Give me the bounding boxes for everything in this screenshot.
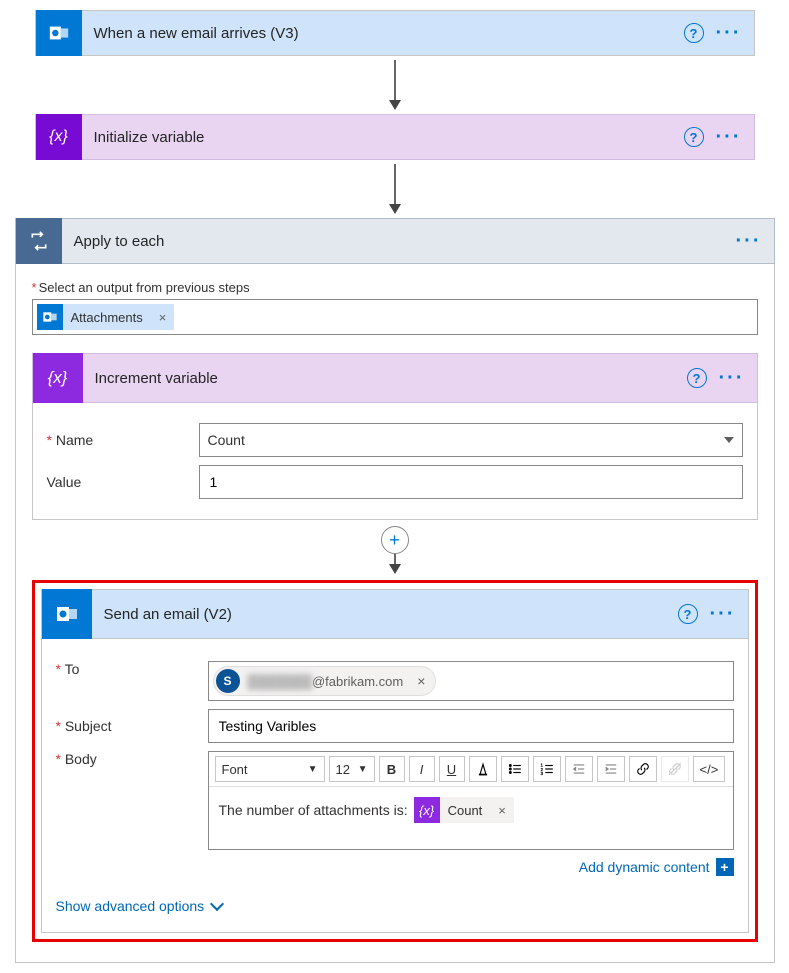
underline-button[interactable]: U	[439, 756, 465, 782]
avatar: S	[216, 669, 240, 693]
name-dropdown[interactable]: Count	[199, 423, 743, 457]
code-view-button[interactable]: </>	[693, 756, 726, 782]
value-input[interactable]	[199, 465, 743, 499]
unlink-button[interactable]	[661, 756, 689, 782]
recipient-pill[interactable]: S ███████@fabrikam.com ×	[213, 666, 437, 696]
font-select[interactable]: Font▼	[215, 756, 325, 782]
svg-text:3: 3	[540, 771, 543, 776]
token-remove-icon[interactable]: ×	[151, 310, 175, 325]
outlook-icon	[36, 10, 82, 56]
loop-icon	[16, 218, 62, 264]
more-icon[interactable]: ···	[719, 373, 745, 383]
more-icon[interactable]: ···	[710, 609, 736, 619]
show-advanced-link[interactable]: Show advanced options	[56, 898, 205, 914]
value-label: Value	[47, 474, 187, 490]
trigger-card[interactable]: When a new email arrives (V3) ? ···	[35, 10, 755, 56]
link-button[interactable]	[629, 756, 657, 782]
token-remove-icon[interactable]: ×	[490, 803, 514, 818]
variable-icon: {x}	[36, 114, 82, 160]
bold-button[interactable]: B	[379, 756, 405, 782]
count-token[interactable]: {x} Count ×	[414, 797, 514, 823]
to-input[interactable]: S ███████@fabrikam.com ×	[208, 661, 734, 701]
highlighted-action: Send an email (V2) ? ··· To S ███████@fa…	[32, 580, 758, 942]
increment-card: {x} Increment variable ? ··· Name Count	[32, 353, 758, 520]
chevron-down-icon	[724, 437, 734, 443]
recipient-masked: ███████@fabrikam.com	[248, 674, 404, 689]
italic-button[interactable]: I	[409, 756, 435, 782]
color-button[interactable]	[469, 756, 497, 782]
variable-icon: {x}	[414, 797, 440, 823]
token-label: Attachments	[63, 310, 151, 325]
body-editor[interactable]: Font▼ 12▼ B I U 123	[208, 751, 734, 850]
flow-arrow	[12, 164, 777, 214]
help-icon[interactable]: ?	[684, 23, 704, 43]
font-size-select[interactable]: 12▼	[329, 756, 375, 782]
help-icon[interactable]: ?	[687, 368, 707, 388]
bullet-list-button[interactable]	[501, 756, 529, 782]
subject-label: Subject	[56, 718, 196, 734]
more-icon[interactable]: ···	[716, 28, 742, 38]
trigger-title: When a new email arrives (V3)	[82, 25, 684, 42]
send-email-header[interactable]: Send an email (V2) ? ···	[41, 589, 749, 639]
more-icon[interactable]: ···	[736, 236, 762, 246]
subject-input[interactable]	[208, 709, 734, 743]
apply-each-card[interactable]: Apply to each ···	[15, 218, 775, 264]
variable-icon: {x}	[33, 353, 83, 403]
help-icon[interactable]: ?	[678, 604, 698, 624]
more-icon[interactable]: ···	[716, 132, 742, 142]
remove-recipient-icon[interactable]: ×	[417, 673, 425, 689]
increment-header[interactable]: {x} Increment variable ? ···	[32, 353, 758, 403]
init-variable-card[interactable]: {x} Initialize variable ? ···	[35, 114, 755, 160]
init-title: Initialize variable	[82, 129, 684, 146]
body-text: The number of attachments is:	[219, 802, 408, 818]
outdent-button[interactable]	[565, 756, 593, 782]
select-output-label: *Select an output from previous steps	[32, 280, 758, 295]
send-title: Send an email (V2)	[92, 606, 678, 623]
increment-title: Increment variable	[83, 370, 687, 387]
help-icon[interactable]: ?	[684, 127, 704, 147]
indent-button[interactable]	[597, 756, 625, 782]
plus-icon: +	[389, 530, 400, 551]
apply-each-body: *Select an output from previous steps At…	[15, 264, 775, 963]
to-label: To	[56, 661, 196, 677]
flow-arrow	[12, 60, 777, 110]
apply-title: Apply to each	[62, 233, 736, 250]
add-dynamic-content-link[interactable]: Add dynamic content	[579, 859, 710, 875]
chevron-down-icon	[210, 897, 224, 911]
attachments-token[interactable]: Attachments ×	[37, 304, 175, 330]
select-output-input[interactable]: Attachments ×	[32, 299, 758, 335]
number-list-button[interactable]: 123	[533, 756, 561, 782]
add-step-button[interactable]: +	[381, 526, 409, 554]
outlook-icon	[37, 304, 63, 330]
plus-icon[interactable]: +	[716, 858, 734, 876]
body-label: Body	[56, 751, 196, 767]
outlook-icon	[42, 589, 92, 639]
token-label: Count	[440, 803, 491, 818]
name-label: Name	[47, 432, 187, 448]
rte-toolbar: Font▼ 12▼ B I U 123	[209, 752, 733, 787]
